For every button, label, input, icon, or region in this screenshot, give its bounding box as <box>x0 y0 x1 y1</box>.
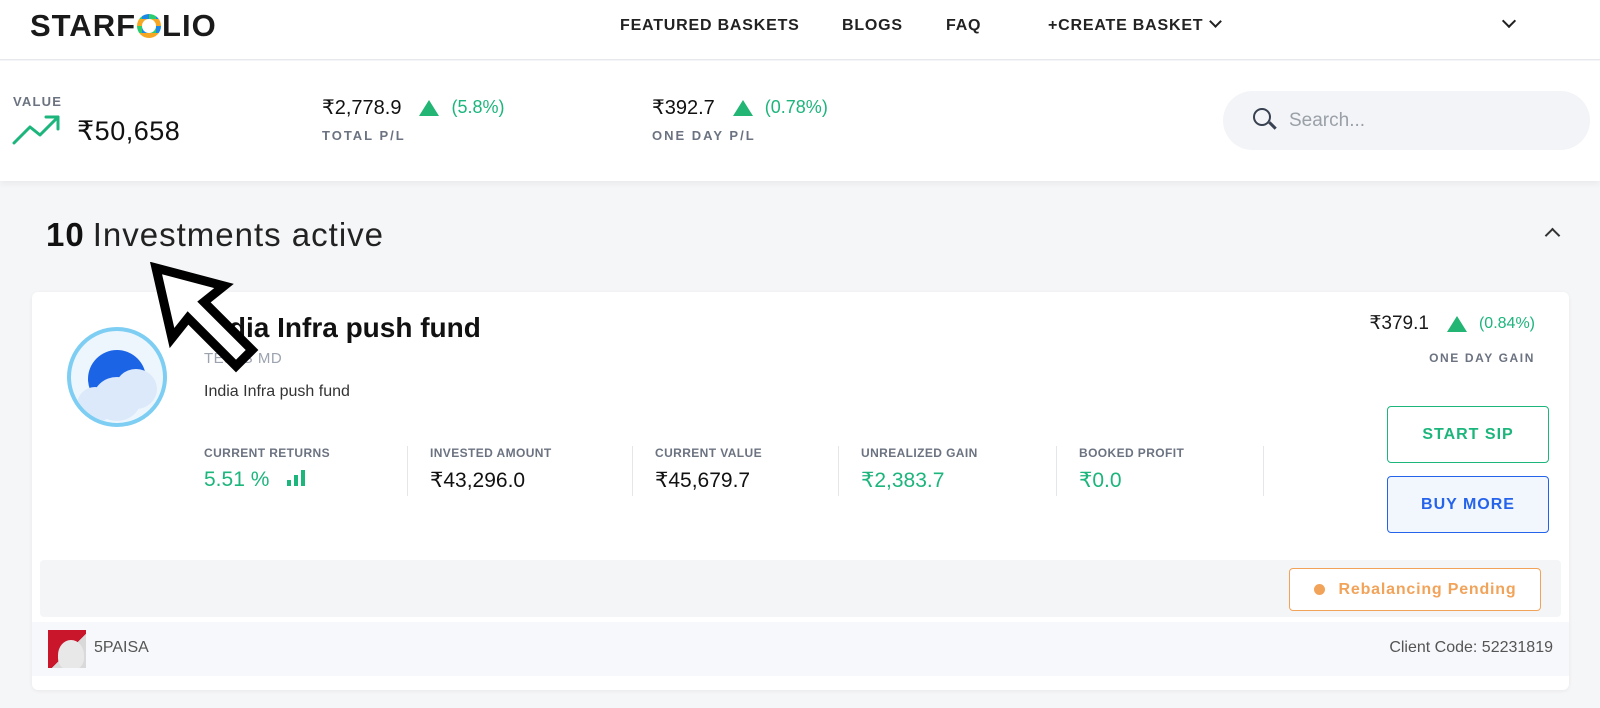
search-icon[interactable] <box>1253 107 1279 134</box>
nav-create-basket[interactable]: +CREATE BASKET <box>1048 15 1223 35</box>
client-code: Client Code: 52231819 <box>1389 639 1553 656</box>
nav-featured-baskets[interactable]: FEATURED BASKETS <box>620 17 800 35</box>
metric-label: UNREALIZED GAIN <box>861 446 978 460</box>
metric-label: BOOKED PROFIT <box>1079 446 1185 460</box>
metric-current-value: CURRENT VALUE ₹45,679.7 <box>655 446 839 496</box>
total-pl-amount: ₹2,778.9 <box>322 97 402 119</box>
fund-name[interactable]: India Infra push fund <box>204 312 481 344</box>
one-day-gain: ₹379.1 (0.84%) <box>1369 312 1535 335</box>
total-pl: ₹2,778.9 (5.8%) TOTAL P/L <box>322 95 504 143</box>
one-day-pl-label: ONE DAY P/L <box>652 128 756 143</box>
bar-chart-icon <box>287 470 306 486</box>
start-sip-button[interactable]: START SIP <box>1387 406 1549 463</box>
one-day-pl-amount: ₹392.7 <box>652 97 715 119</box>
metric-current-returns: CURRENT RETURNS 5.51 % <box>204 446 408 496</box>
nav-create-basket-label: +CREATE BASKET <box>1048 17 1204 34</box>
fund-description: India Infra push fund <box>204 383 350 400</box>
metric-label: CURRENT RETURNS <box>204 446 330 460</box>
logo-text-start: STARF <box>30 8 137 43</box>
one-day-gain-label: ONE DAY GAIN <box>1429 351 1535 365</box>
broker-strip: 5PAISA Client Code: 52231819 <box>32 622 1569 676</box>
logo-text-end: LIO <box>162 8 217 43</box>
cloud-shape <box>115 369 157 409</box>
investments-label: Investments active <box>92 216 384 253</box>
buy-more-button[interactable]: BUY MORE <box>1387 476 1549 533</box>
investment-card[interactable]: India Infra push fund TEJAS MD India Inf… <box>32 292 1569 690</box>
investments-count: 10 <box>46 216 85 253</box>
one-day-pl-percent: (0.78%) <box>764 97 828 117</box>
trending-up-icon <box>12 115 60 145</box>
rebalancing-status: Rebalancing Pending <box>1338 580 1517 598</box>
rebalancing-badge[interactable]: Rebalancing Pending <box>1289 568 1541 611</box>
fund-author: TEJAS MD <box>204 350 283 367</box>
metric-value: ₹43,296.0 <box>430 469 526 492</box>
broker-name: 5PAISA <box>94 639 149 656</box>
one-day-pl: ₹392.7 (0.78%) ONE DAY P/L <box>652 95 828 143</box>
current-returns-value: 5.51 % <box>204 468 270 491</box>
broker-logo <box>48 630 86 668</box>
chevron-down-icon <box>1209 15 1223 28</box>
one-day-gain-percent: (0.84%) <box>1478 314 1535 332</box>
portfolio-value: ₹50,658 <box>77 116 181 146</box>
one-day-gain-amount: ₹379.1 <box>1369 313 1429 334</box>
investments-heading: 10 Investments active <box>46 216 384 254</box>
value-label: VALUE <box>13 94 63 109</box>
up-triangle-icon <box>1446 315 1467 332</box>
nav-blogs[interactable]: BLOGS <box>842 17 903 35</box>
logo-ring-icon <box>137 14 162 38</box>
metric-invested-amount: INVESTED AMOUNT ₹43,296.0 <box>430 446 633 496</box>
search-input[interactable] <box>1289 109 1569 132</box>
metric-label: INVESTED AMOUNT <box>430 446 552 460</box>
rebalancing-strip: Rebalancing Pending <box>40 560 1561 617</box>
total-pl-label: TOTAL P/L <box>322 128 406 143</box>
metric-booked-profit: BOOKED PROFIT ₹0.0 <box>1079 446 1264 496</box>
metric-value: 5.51 % <box>204 468 387 492</box>
status-dot-icon <box>1313 584 1325 595</box>
metric-value: ₹2,383.7 <box>861 469 945 492</box>
top-navigation: STARF LIO FEATURED BASKETS BLOGS FAQ +CRE… <box>0 0 1600 60</box>
metric-label: CURRENT VALUE <box>655 446 762 460</box>
metric-value: ₹45,679.7 <box>655 469 751 492</box>
chevron-up-icon[interactable] <box>1544 227 1561 244</box>
nav-faq[interactable]: FAQ <box>946 17 981 35</box>
up-triangle-icon <box>732 99 753 116</box>
metric-value: ₹0.0 <box>1079 469 1122 492</box>
starfolio-logo[interactable]: STARF LIO <box>30 8 217 44</box>
cloud-shape <box>77 387 113 423</box>
total-pl-percent: (5.8%) <box>451 97 505 117</box>
metric-unrealized-gain: UNREALIZED GAIN ₹2,383.7 <box>861 446 1057 496</box>
up-triangle-icon <box>419 99 440 116</box>
portfolio-summary: VALUE ₹50,658 ₹2,778.9 (5.8%) TOTAL P/L … <box>0 61 1600 181</box>
search-box <box>1223 91 1590 150</box>
fund-avatar <box>67 327 167 427</box>
fund-metrics: CURRENT RETURNS 5.51 % INVESTED AMOUNT ₹… <box>204 446 1286 496</box>
account-menu-chevron-icon[interactable] <box>1501 13 1517 29</box>
